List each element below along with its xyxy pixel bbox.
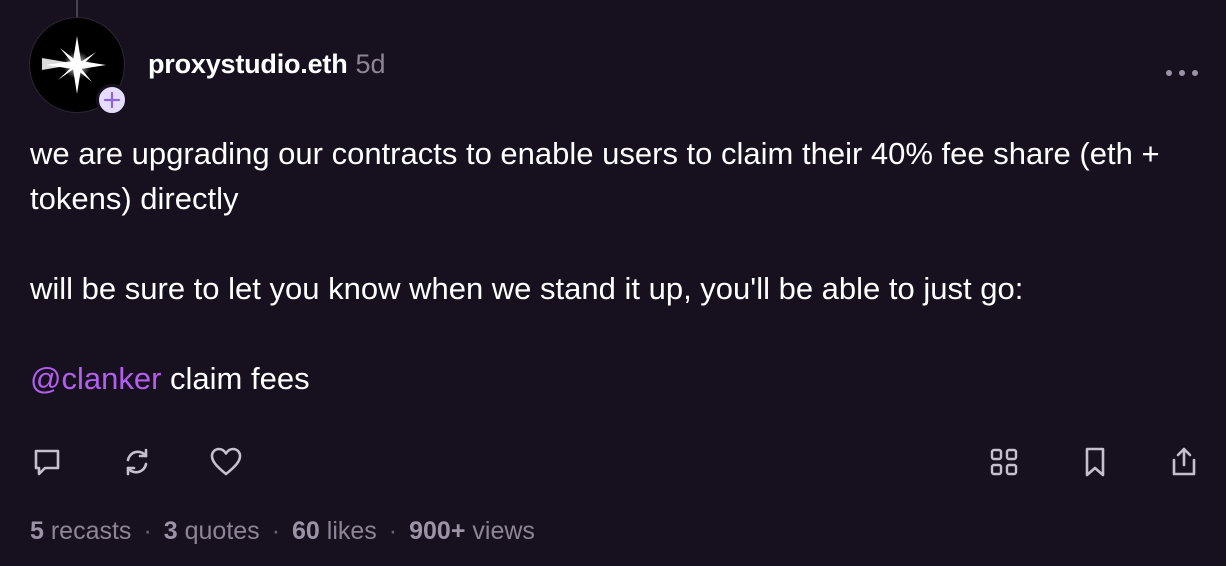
share-button[interactable]: [1162, 440, 1206, 484]
views-count: 900+: [409, 517, 466, 545]
post-paragraph: we are upgrading our contracts to enable…: [30, 136, 1160, 216]
engagement-stats: 5 recasts · 3 quotes · 60 likes · 900+ v…: [30, 517, 535, 546]
recast-icon: [126, 448, 148, 476]
quotes-count: 3: [163, 517, 178, 545]
share-icon: [1172, 447, 1196, 476]
comment-icon: [34, 449, 60, 476]
recast-button[interactable]: [115, 440, 159, 484]
recasts-label: recasts: [43, 517, 132, 545]
author-username[interactable]: proxystudio.eth: [148, 49, 348, 80]
recasts-stat[interactable]: 5 recasts: [30, 517, 131, 546]
like-heart-icon: [210, 447, 242, 476]
post-header: proxystudio.eth 5d: [148, 49, 386, 80]
quotes-label: quotes: [177, 517, 260, 545]
more-options-button[interactable]: [1158, 58, 1206, 88]
like-button[interactable]: [204, 440, 248, 484]
post-paragraph: will be sure to let you know when we sta…: [30, 271, 1024, 306]
post-body: we are upgrading our contracts to enable…: [30, 131, 1200, 401]
likes-count: 60: [292, 517, 320, 545]
post-paragraph: @clanker claim fees: [30, 356, 1200, 401]
grid-icon: [990, 448, 1018, 476]
mention-link[interactable]: @clanker: [30, 361, 161, 396]
author-avatar-container[interactable]: [30, 18, 128, 116]
plus-icon: [103, 91, 121, 109]
stat-separator: ·: [388, 517, 398, 545]
apps-button[interactable]: [982, 440, 1026, 484]
ellipsis-icon: [1166, 70, 1198, 76]
stat-separator: ·: [143, 517, 152, 545]
quotes-stat[interactable]: 3 quotes: [164, 517, 260, 546]
bookmark-icon: [1085, 447, 1105, 477]
likes-label: likes: [319, 517, 377, 545]
post-timestamp[interactable]: 5d: [356, 49, 386, 80]
recasts-count: 5: [30, 517, 44, 545]
thread-connector-line: [76, 0, 78, 18]
views-stat: 900+ views: [409, 517, 535, 546]
likes-stat[interactable]: 60 likes: [292, 517, 377, 546]
follow-button[interactable]: [96, 84, 128, 116]
reply-button[interactable]: [25, 440, 69, 484]
stat-separator: ·: [271, 517, 281, 545]
bookmark-button[interactable]: [1073, 440, 1117, 484]
post-text-fragment: claim fees: [161, 361, 310, 396]
views-label: views: [465, 517, 535, 545]
